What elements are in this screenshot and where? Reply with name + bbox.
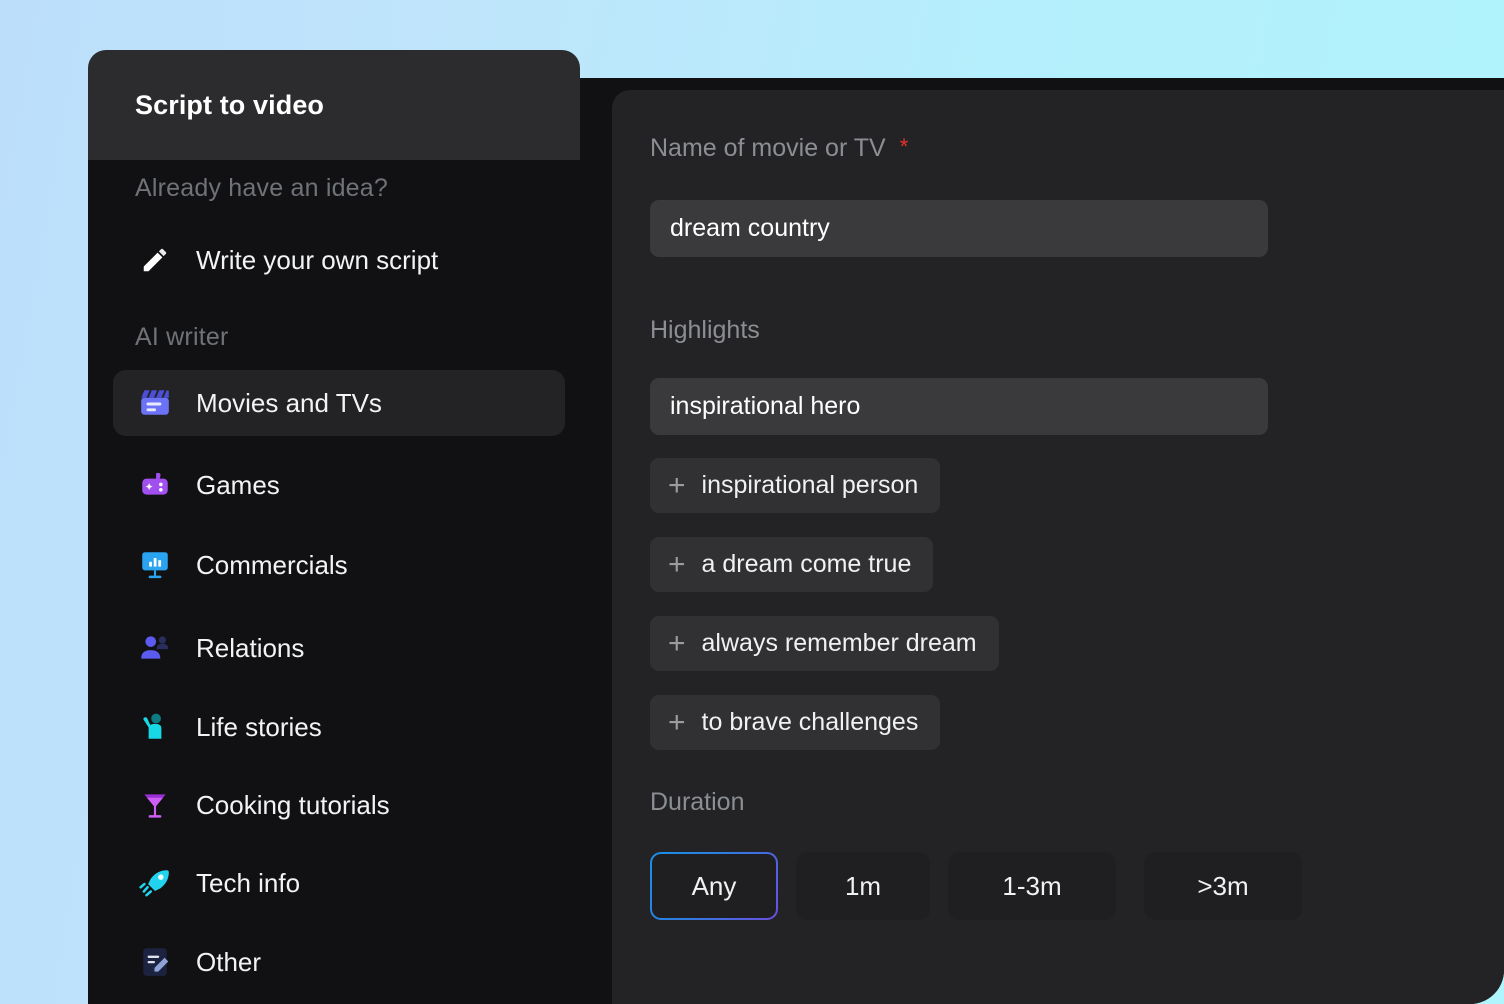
note-edit-icon — [136, 943, 174, 981]
sidebar-item-relations[interactable]: Relations — [113, 615, 565, 681]
app-shell: Script to video Already have an idea? Wr… — [88, 78, 1504, 1004]
highlight-suggestion-chip[interactable]: + to brave challenges — [650, 695, 940, 750]
sidebar-header: Script to video — [88, 50, 580, 160]
sidebar-item-cooking-tutorials[interactable]: Cooking tutorials — [113, 772, 565, 838]
cocktail-icon — [136, 786, 174, 824]
content-panel: Name of movie or TV * Highlights + inspir… — [612, 90, 1504, 1004]
pencil-icon — [136, 241, 174, 279]
chip-label: always remember dream — [702, 629, 977, 658]
sidebar-item-movies-and-tvs[interactable]: Movies and TVs — [113, 370, 565, 436]
sidebar-item-label: Commercials — [196, 550, 348, 581]
plus-icon: + — [668, 550, 686, 580]
highlight-suggestion-chip[interactable]: + a dream come true — [650, 537, 933, 592]
duration-label: Duration — [650, 788, 745, 817]
page-canvas: Script to video Already have an idea? Wr… — [0, 0, 1504, 1004]
rocket-icon — [136, 864, 174, 902]
sidebar-item-tech-info[interactable]: Tech info — [113, 850, 565, 916]
sidebar-item-games[interactable]: Games — [113, 452, 565, 518]
name-field-label-text: Name of movie or TV — [650, 134, 886, 162]
sidebar-section-label-idea: Already have an idea? — [135, 174, 388, 203]
sidebar-item-life-stories[interactable]: Life stories — [113, 694, 565, 760]
sidebar: Script to video Already have an idea? Wr… — [88, 78, 610, 1004]
gamepad-icon — [136, 466, 174, 504]
chip-label: to brave challenges — [702, 708, 919, 737]
duration-option-gt3m[interactable]: >3m — [1144, 852, 1302, 920]
highlight-suggestion-chip[interactable]: + inspirational person — [650, 458, 940, 513]
chip-label: inspirational person — [702, 471, 919, 500]
sidebar-item-label: Other — [196, 947, 261, 978]
duration-option-1-3m[interactable]: 1-3m — [948, 852, 1116, 920]
duration-option-any[interactable]: Any — [650, 852, 778, 920]
sidebar-section-label-ai-writer: AI writer — [135, 323, 228, 352]
plus-icon: + — [668, 629, 686, 659]
movie-name-input[interactable] — [650, 200, 1268, 257]
sidebar-item-label: Movies and TVs — [196, 388, 382, 419]
sidebar-item-label: Write your own script — [196, 245, 438, 276]
highlight-suggestion-chip[interactable]: + always remember dream — [650, 616, 999, 671]
required-asterisk: * — [900, 134, 909, 159]
clapperboard-icon — [136, 384, 174, 422]
plus-icon: + — [668, 708, 686, 738]
sidebar-item-other[interactable]: Other — [113, 929, 565, 995]
highlights-label: Highlights — [650, 316, 760, 345]
sidebar-item-write-your-own-script[interactable]: Write your own script — [113, 227, 565, 293]
sidebar-item-label: Tech info — [196, 868, 300, 899]
highlights-input[interactable] — [650, 378, 1268, 435]
presentation-icon — [136, 546, 174, 584]
people-icon — [136, 629, 174, 667]
page-title: Script to video — [135, 90, 324, 121]
duration-option-1m[interactable]: 1m — [796, 852, 930, 920]
sidebar-item-label: Cooking tutorials — [196, 790, 390, 821]
chip-label: a dream come true — [702, 550, 912, 579]
plus-icon: + — [668, 471, 686, 501]
sidebar-item-label: Life stories — [196, 712, 322, 743]
sidebar-item-label: Relations — [196, 633, 304, 664]
name-field-label: Name of movie or TV * — [650, 134, 908, 163]
sidebar-item-label: Games — [196, 470, 280, 501]
person-wave-icon — [136, 708, 174, 746]
sidebar-item-commercials[interactable]: Commercials — [113, 532, 565, 598]
